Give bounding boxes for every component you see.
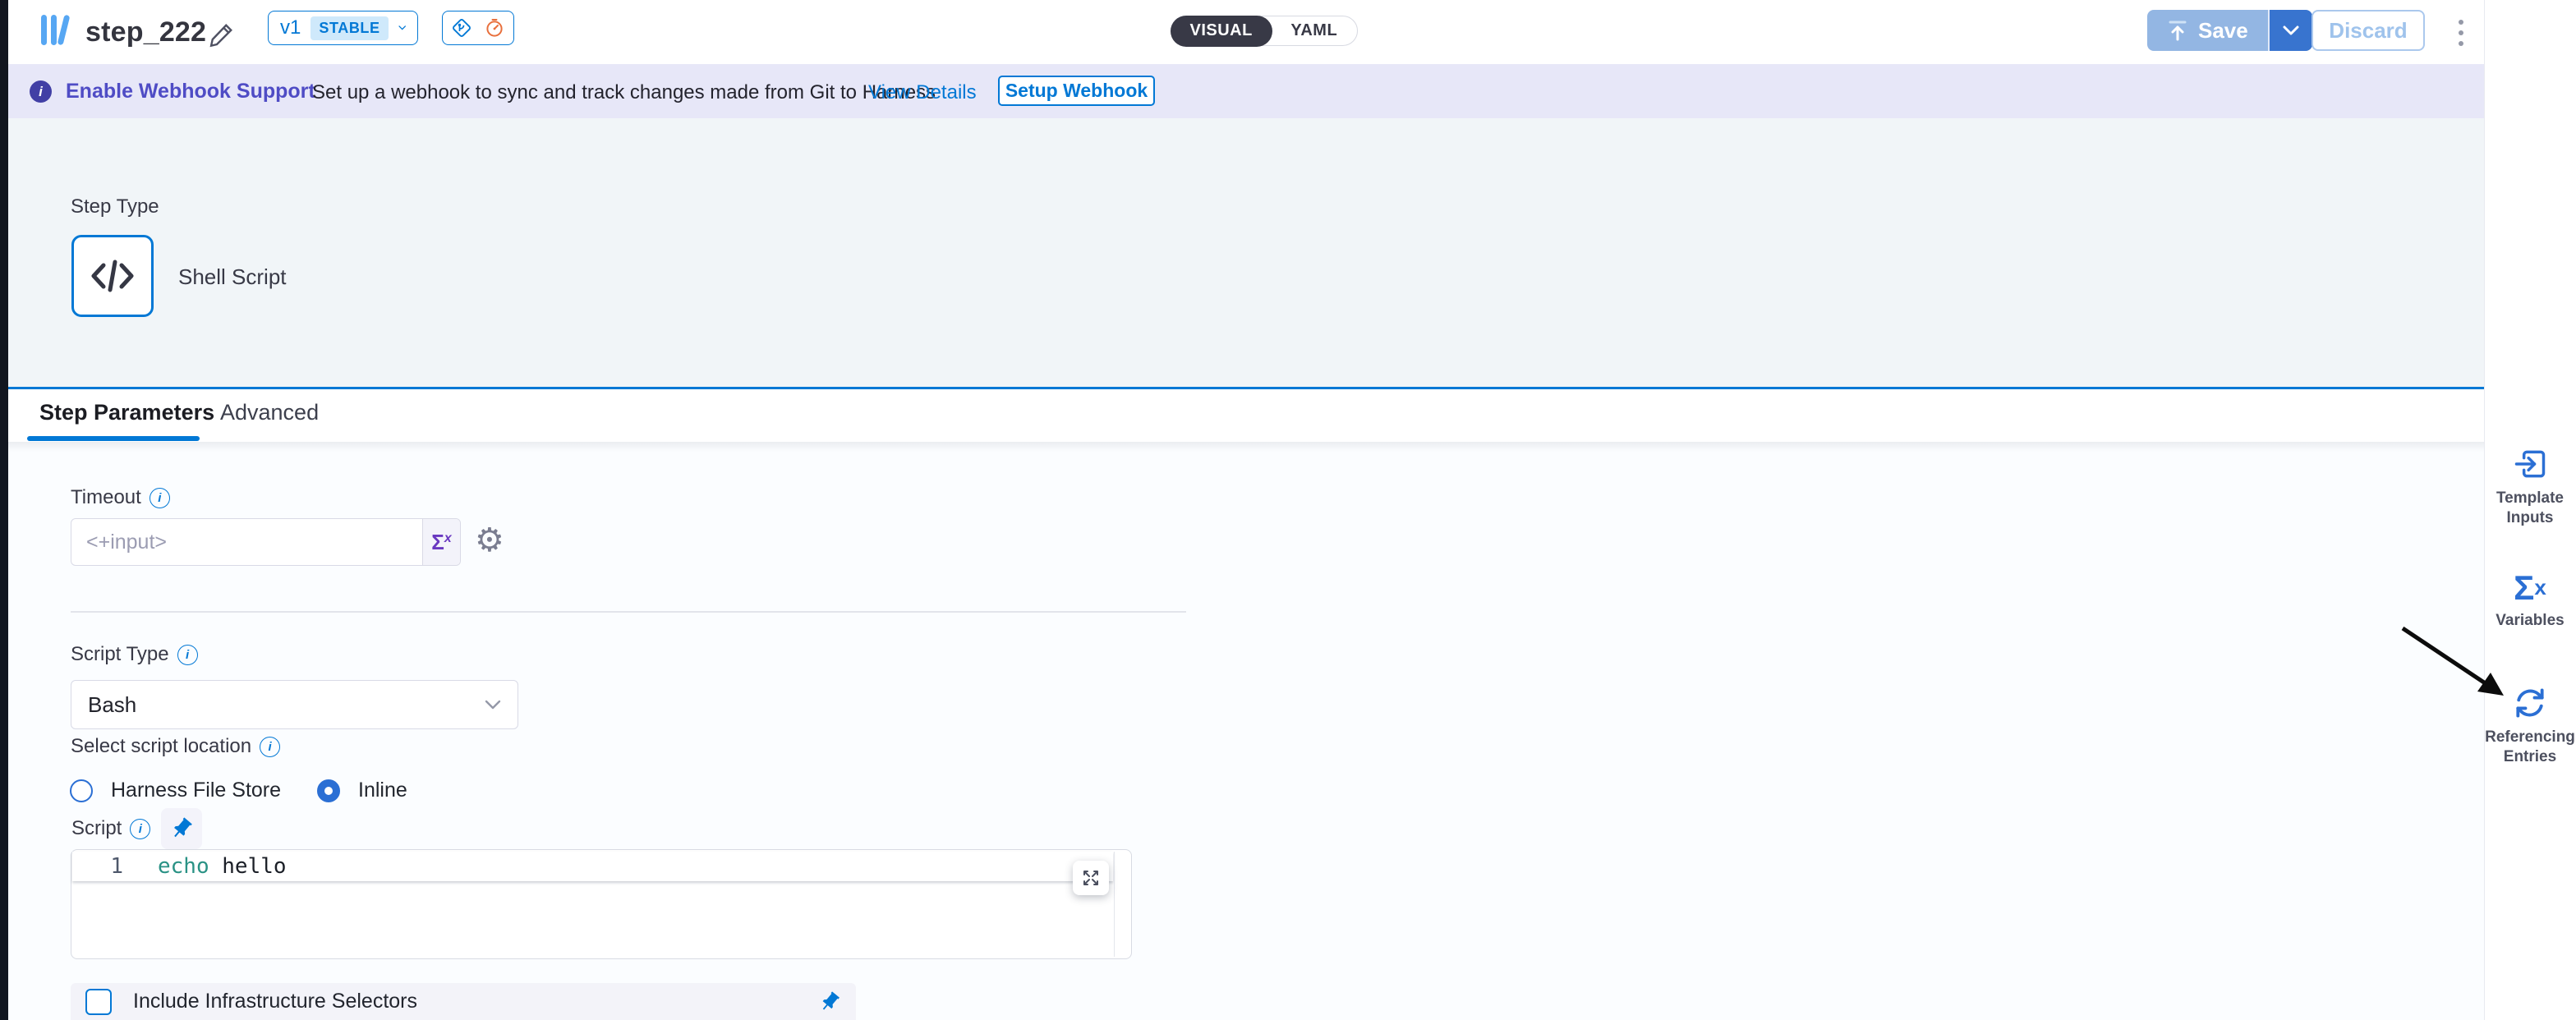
code-line: echo hello (158, 854, 287, 879)
active-tab-underline (27, 436, 200, 441)
tab-step-parameters[interactable]: Step Parameters (39, 400, 214, 425)
editor-expand-button[interactable] (1073, 861, 1109, 895)
save-options-button[interactable] (2268, 10, 2312, 51)
chevron-down-icon (398, 23, 406, 33)
toggle-yaml[interactable]: YAML (1271, 16, 1357, 46)
step-type-section (8, 118, 2484, 387)
line-number: 1 (72, 854, 123, 879)
script-type-value: Bash (88, 692, 136, 718)
chevron-down-icon (485, 700, 501, 710)
include-infra-label[interactable]: Include Infrastructure Selectors (133, 990, 818, 1013)
editor-current-line: 1 echo hello (72, 852, 1113, 881)
gear-icon[interactable]: ⚙ (475, 524, 504, 557)
script-type-info-icon[interactable]: i (177, 645, 198, 665)
variables-icon: Σx (2514, 570, 2546, 606)
git-sync-icon (451, 17, 472, 39)
timeout-info-icon[interactable]: i (150, 488, 170, 508)
toggle-visual[interactable]: VISUAL (1171, 16, 1272, 47)
timeout-label: Timeout i (71, 486, 170, 509)
edit-title-button[interactable] (207, 20, 237, 49)
script-editor[interactable]: 1 echo hello (71, 849, 1132, 959)
include-infra-row: Include Infrastructure Selectors (71, 983, 856, 1020)
form-divider (71, 611, 1186, 613)
tab-advanced[interactable]: Advanced (220, 400, 319, 425)
editor-scrollbar[interactable] (1114, 852, 1116, 957)
step-type-label: Step Type (71, 195, 159, 218)
radio-label[interactable]: Harness File Store (111, 779, 281, 802)
save-split-button: Save (2147, 10, 2312, 51)
timeout-input[interactable]: <+input> (71, 519, 422, 565)
annotation-arrow (2366, 608, 2530, 714)
view-details-link[interactable]: View Details (868, 81, 977, 104)
code-icon (90, 257, 135, 295)
template-studio-page: step_222 v1 STABLE VISUAL YAML (0, 0, 2576, 1020)
include-infra-checkbox[interactable] (85, 989, 112, 1015)
expression-button[interactable]: Σx (422, 519, 460, 565)
radio-inline[interactable] (317, 779, 340, 802)
tab-bar (8, 389, 2484, 443)
step-type-card (71, 235, 154, 317)
script-label: Script i (71, 817, 150, 840)
sidebar-item-template-inputs[interactable]: Template Inputs (2484, 446, 2576, 528)
timeout-field: <+input> Σx (71, 518, 461, 566)
banner-description: Set up a webhook to sync and track chang… (312, 81, 936, 104)
pin-icon[interactable] (813, 986, 845, 1018)
expand-icon (1081, 868, 1101, 888)
version-label: v1 (280, 16, 301, 39)
discard-button[interactable]: Discard (2312, 10, 2425, 51)
template-inputs-icon (2512, 446, 2548, 482)
script-location-options: Harness File Store Inline (70, 779, 407, 802)
sigma-icon: Σ (431, 530, 444, 555)
left-edge-strip (0, 0, 8, 1020)
pin-icon (164, 811, 199, 846)
radio-harness-file-store[interactable] (70, 779, 93, 802)
script-type-label: Script Type i (71, 643, 198, 666)
git-cache-chip[interactable] (442, 11, 514, 45)
banner-title: Enable Webhook Support (66, 80, 315, 103)
script-pin-button[interactable] (161, 808, 202, 849)
tab-bar-shadow (8, 442, 2484, 452)
version-status-badge: STABLE (310, 16, 388, 40)
cache-timer-icon (484, 17, 505, 39)
more-options-button[interactable] (2453, 15, 2469, 51)
radio-label[interactable]: Inline (358, 779, 407, 802)
step-type-value: Shell Script (178, 264, 287, 290)
page-title: step_222 (85, 16, 206, 48)
save-button[interactable]: Save (2147, 10, 2268, 51)
script-info-icon[interactable]: i (130, 819, 150, 839)
visual-yaml-toggle: VISUAL YAML (1171, 16, 1358, 46)
info-icon: i (30, 80, 52, 103)
setup-webhook-button[interactable]: Setup Webhook (998, 76, 1155, 106)
chevron-down-icon (2283, 25, 2299, 36)
script-type-select[interactable]: Bash (71, 680, 518, 729)
upload-icon (2167, 19, 2188, 42)
script-location-label: Select script location i (71, 735, 280, 758)
version-selector[interactable]: v1 STABLE (268, 11, 418, 45)
harness-logo (39, 12, 76, 53)
script-location-info-icon[interactable]: i (260, 737, 280, 757)
